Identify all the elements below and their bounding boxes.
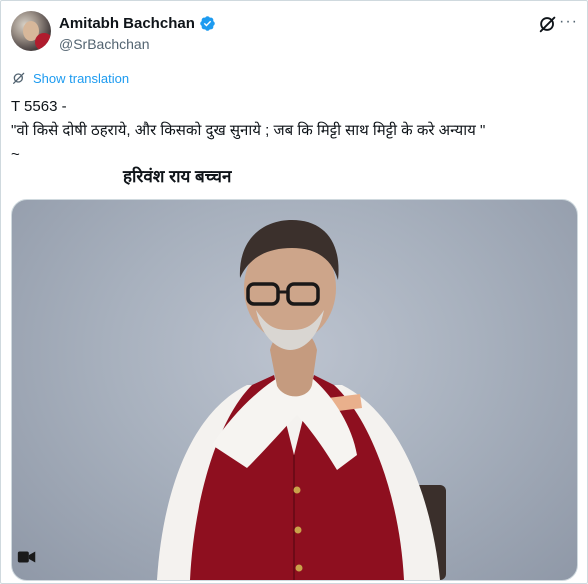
tweet-line-1: T 5563 -: [11, 98, 67, 115]
tweet-text: T 5563 - "वो किसे दोषी ठहराये, और किसको …: [11, 95, 579, 167]
tweet-line-3: ~: [11, 146, 20, 163]
verified-badge-icon: [200, 15, 215, 31]
translate-icon: [13, 72, 25, 84]
tweet-header: Amitabh Bachchan @SrBachchan ···: [11, 11, 577, 53]
avatar[interactable]: [11, 11, 51, 51]
photo-image: [157, 220, 446, 580]
grok-icon[interactable]: [537, 13, 559, 35]
author-handle[interactable]: @SrBachchan: [59, 36, 216, 52]
tweet-card[interactable]: Amitabh Bachchan @SrBachchan ··· Show tr…: [0, 0, 588, 584]
media-settings-icon[interactable]: [16, 546, 38, 568]
more-options-icon[interactable]: ···: [559, 13, 577, 35]
poem-attribution: हरिवंश राय बच्चन: [123, 167, 232, 186]
tweet-photo[interactable]: [11, 199, 578, 581]
tweet-line-2: "वो किसे दोषी ठहराये, और किसको दुख सुनाय…: [11, 122, 486, 139]
show-translation-link[interactable]: Show translation: [11, 69, 129, 87]
author-display-name[interactable]: Amitabh Bachchan: [59, 15, 195, 32]
author-info[interactable]: Amitabh Bachchan @SrBachchan: [59, 13, 216, 52]
show-translation-label[interactable]: Show translation: [33, 71, 129, 86]
